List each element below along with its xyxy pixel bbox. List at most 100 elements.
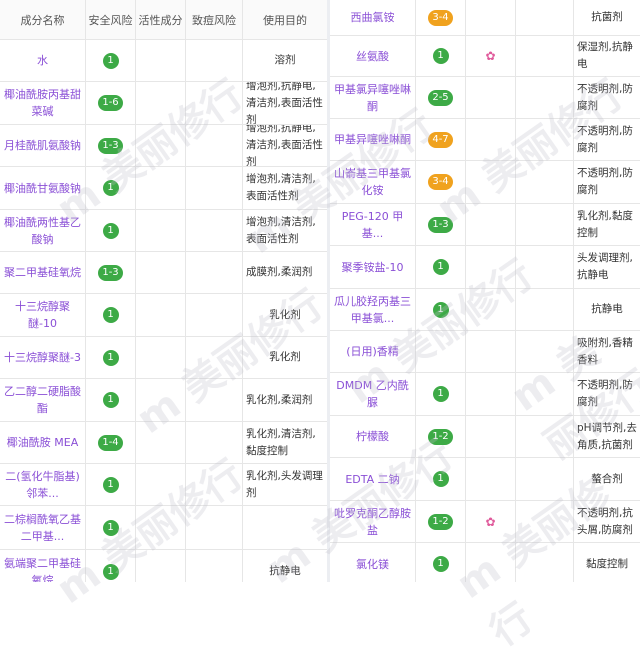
table-row[interactable]: DMDM 乙内酰脲 1 不透明剂,防腐剂	[330, 373, 640, 416]
ingredient-name[interactable]: (日用)香精	[330, 331, 416, 372]
safety-risk-badge: 1	[102, 349, 119, 366]
acne-risk-cell	[516, 119, 574, 160]
active-ingredient-cell	[136, 40, 186, 81]
active-ingredient-cell	[466, 416, 516, 457]
ingredient-name[interactable]: 二(氢化牛脂基)邻苯...	[0, 464, 86, 505]
safety-risk-badge: 1	[102, 52, 119, 69]
table-header: 成分名称 安全风险 活性成分 致痘风险 使用目的	[0, 0, 327, 40]
ingredient-purpose	[243, 506, 327, 549]
active-ingredient-cell	[466, 204, 516, 245]
ingredient-purpose: 吸附剂,香精香料	[577, 336, 633, 366]
ingredient-name[interactable]: EDTA 二钠	[330, 458, 416, 500]
ingredient-name[interactable]: 十三烷醇聚醚-10	[0, 294, 86, 336]
ingredient-purpose: 乳化剂,清洁剂,黏度控制	[246, 427, 316, 457]
ingredient-name[interactable]: 氯化镁	[330, 543, 416, 582]
ingredient-table-left: 成分名称 安全风险 活性成分 致痘风险 使用目的水 1 溶剂 椰油酰胺丙基甜菜碱 1-6 增泡剂,…	[0, 0, 327, 582]
ingredient-name[interactable]: 椰油酰胺丙基甜菜碱	[0, 82, 86, 124]
table-row[interactable]: 乙二醇二硬脂酸酯 1 乳化剂,柔润剂	[0, 379, 327, 422]
acne-risk-cell	[516, 543, 574, 582]
table-row[interactable]: 西曲氯铵 3-4 抗菌剂	[330, 0, 640, 36]
table-row[interactable]: 十三烷醇聚醚-10 1 乳化剂	[0, 294, 327, 337]
ingredient-name[interactable]: 聚季铵盐-10	[330, 246, 416, 288]
ingredient-name[interactable]: 二棕榈酰氧乙基二甲基...	[0, 506, 86, 549]
flower-icon: ✿	[485, 514, 496, 529]
safety-risk-cell: 1	[86, 379, 136, 421]
safety-risk-cell: 1-3	[416, 204, 466, 245]
acne-risk-cell	[186, 337, 243, 378]
table-row[interactable]: (日用)香精 吸附剂,香精香料	[330, 331, 640, 373]
table-row[interactable]: EDTA 二钠 1 螯合剂	[330, 458, 640, 501]
acne-risk-cell	[186, 379, 243, 421]
ingredient-name[interactable]: 椰油酰胺 MEA	[0, 422, 86, 463]
ingredient-name[interactable]: 椰油酰甘氨酸钠	[0, 167, 86, 209]
table-row[interactable]: 吡罗克酮乙醇胺盐 1-2 ✿ 不透明剂,抗头屑,防腐剂	[330, 501, 640, 543]
table-row[interactable]: 椰油酰胺 MEA 1-4 乳化剂,清洁剂,黏度控制	[0, 422, 327, 464]
ingredient-name[interactable]: 椰油酰两性基乙酸钠	[0, 210, 86, 251]
table-row[interactable]: 椰油酰甘氨酸钠 1 增泡剂,清洁剂,表面活性剂	[0, 167, 327, 210]
table-row[interactable]: 十三烷醇聚醚-3 1 乳化剂	[0, 337, 327, 379]
table-row[interactable]: 二棕榈酰氧乙基二甲基... 1	[0, 506, 327, 550]
ingredient-name[interactable]: DMDM 乙内酰脲	[330, 373, 416, 415]
safety-risk-badge: 1	[102, 519, 119, 536]
ingredient-name[interactable]: 山嵛基三甲基氯化铵	[330, 161, 416, 203]
safety-risk-badge: 1	[102, 307, 119, 323]
active-ingredient-cell	[136, 210, 186, 251]
table-row[interactable]: 二(氢化牛脂基)邻苯... 1 乳化剂,头发调理剂	[0, 464, 327, 506]
table-row[interactable]: 氯化镁 1 黏度控制	[330, 543, 640, 582]
table-row[interactable]: 月桂酰肌氨酸钠 1-3 增泡剂,抗静电,清洁剂,表面活性剂	[0, 125, 327, 167]
ingredient-name[interactable]: 瓜儿胶羟丙基三甲基氯...	[330, 289, 416, 330]
safety-risk-cell: 1	[86, 40, 136, 81]
safety-risk-cell: 1	[86, 337, 136, 378]
safety-risk-cell: 1	[416, 543, 466, 582]
table-row[interactable]: 甲基异噻唑啉酮 4-7 不透明剂,防腐剂	[330, 119, 640, 161]
safety-risk-badge: 1	[432, 301, 449, 318]
table-row[interactable]: PEG-120 甲基... 1-3 乳化剂,黏度控制	[330, 204, 640, 246]
safety-risk-badge: 1-3	[98, 137, 123, 154]
table-row[interactable]: 甲基氯异噻唑啉酮 2-5 不透明剂,防腐剂	[330, 77, 640, 119]
table-row[interactable]: 氨端聚二甲基硅氧烷 1 抗静电	[0, 550, 327, 582]
safety-risk-cell: 1	[86, 294, 136, 336]
table-row[interactable]: 瓜儿胶羟丙基三甲基氯... 1 抗静电	[330, 289, 640, 331]
table-row[interactable]: 聚二甲基硅氧烷 1-3 成膜剂,柔润剂	[0, 252, 327, 294]
safety-risk-cell: 1	[416, 246, 466, 288]
ingredient-name[interactable]: 甲基异噻唑啉酮	[330, 119, 416, 160]
ingredient-name[interactable]: 水	[0, 40, 86, 81]
table-row[interactable]: 柠檬酸 1-2 pH调节剂,去角质,抗菌剂	[330, 416, 640, 458]
table-row[interactable]: 椰油酰两性基乙酸钠 1 增泡剂,清洁剂,表面活性剂	[0, 210, 327, 252]
header-purpose: 使用目的	[263, 13, 307, 27]
header-safety: 安全风险	[86, 0, 136, 39]
safety-risk-cell: 2-5	[416, 77, 466, 118]
ingredient-name[interactable]: 乙二醇二硬脂酸酯	[0, 379, 86, 421]
active-ingredient-cell: ✿	[466, 501, 516, 542]
ingredient-purpose: 成膜剂,柔润剂	[246, 266, 313, 278]
ingredient-purpose: 抗静电	[591, 303, 623, 315]
ingredient-name[interactable]: 柠檬酸	[330, 416, 416, 457]
ingredient-name[interactable]: 十三烷醇聚醚-3	[0, 337, 86, 378]
table-row[interactable]: 聚季铵盐-10 1 头发调理剂,抗静电	[330, 246, 640, 289]
active-ingredient-cell	[136, 337, 186, 378]
safety-risk-badge: 1	[102, 392, 119, 408]
active-ingredient-cell	[136, 252, 186, 293]
safety-risk-cell: 1-2	[416, 501, 466, 542]
active-ingredient-cell	[466, 289, 516, 330]
table-row[interactable]: 山嵛基三甲基氯化铵 3-4 不透明剂,防腐剂	[330, 161, 640, 204]
safety-risk-cell: 1	[416, 458, 466, 500]
safety-risk-cell: 1-6	[86, 82, 136, 124]
table-row[interactable]: 丝氨酸 1 ✿ 保湿剂,抗静电	[330, 36, 640, 77]
ingredient-name[interactable]: 吡罗克酮乙醇胺盐	[330, 501, 416, 542]
active-ingredient-cell	[466, 161, 516, 203]
safety-risk-cell: 1	[86, 550, 136, 582]
ingredient-name[interactable]: 月桂酰肌氨酸钠	[0, 125, 86, 166]
ingredient-purpose: pH调节剂,去角质,抗菌剂	[577, 421, 637, 451]
header-name: 成分名称	[0, 0, 86, 39]
ingredient-name[interactable]: PEG-120 甲基...	[330, 204, 416, 245]
ingredient-name[interactable]: 西曲氯铵	[330, 0, 416, 35]
table-row[interactable]: 水 1 溶剂	[0, 40, 327, 82]
ingredient-name[interactable]: 甲基氯异噻唑啉酮	[330, 77, 416, 118]
ingredient-name[interactable]: 丝氨酸	[330, 36, 416, 76]
ingredient-name[interactable]: 氨端聚二甲基硅氧烷	[0, 550, 86, 582]
safety-risk-cell: 1	[86, 167, 136, 209]
active-ingredient-cell	[466, 458, 516, 500]
ingredient-name[interactable]: 聚二甲基硅氧烷	[0, 252, 86, 293]
table-row[interactable]: 椰油酰胺丙基甜菜碱 1-6 增泡剂,抗静电,清洁剂,表面活性剂	[0, 82, 327, 125]
